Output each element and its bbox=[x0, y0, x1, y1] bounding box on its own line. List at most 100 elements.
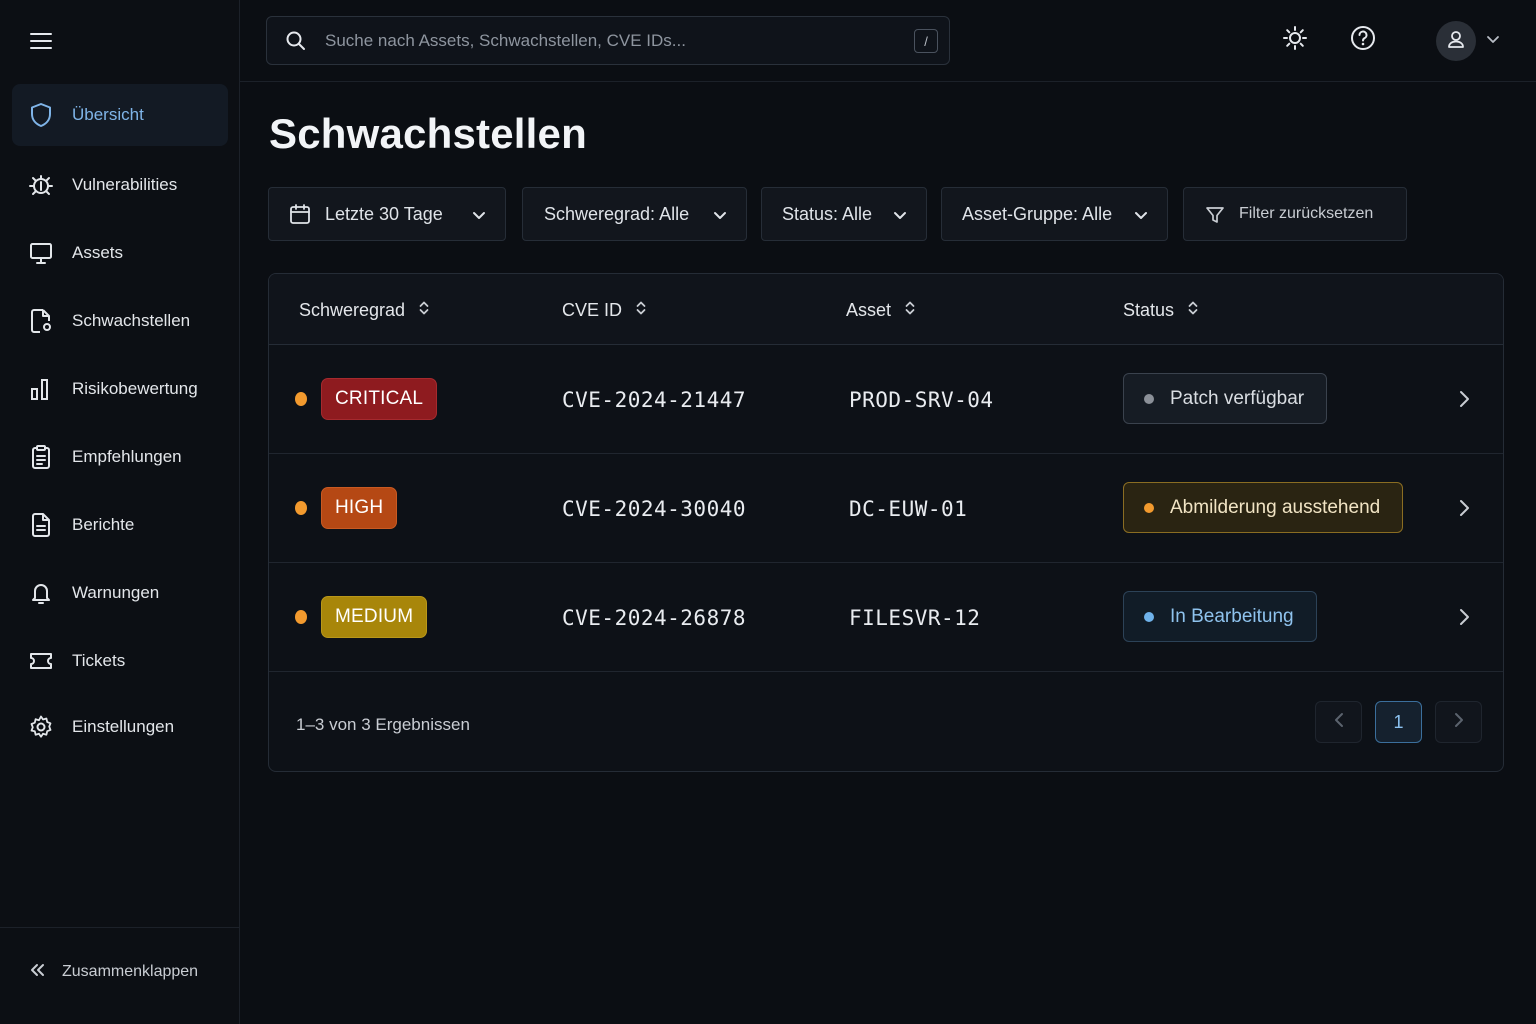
page-number-button[interactable]: 1 bbox=[1375, 701, 1422, 743]
search-icon bbox=[285, 30, 307, 57]
help-button[interactable] bbox=[1347, 24, 1379, 56]
bug-icon bbox=[28, 172, 54, 198]
chevron-right-icon bbox=[1453, 711, 1465, 734]
sidebar-item-vulnerabilities[interactable]: Vulnerabilities bbox=[12, 154, 228, 216]
bell-icon bbox=[28, 580, 54, 606]
file-gear-icon bbox=[28, 308, 54, 334]
chevron-down-icon bbox=[471, 207, 487, 228]
clipboard-icon bbox=[28, 444, 54, 470]
help-circle-icon bbox=[1350, 25, 1376, 56]
sidebar-item-warnungen[interactable]: Warnungen bbox=[12, 562, 228, 624]
asset-group-filter[interactable]: Asset-Gruppe: Alle bbox=[941, 187, 1168, 241]
chevron-right-icon[interactable] bbox=[1457, 388, 1471, 415]
status-badge[interactable]: In Bearbeitung bbox=[1123, 591, 1317, 642]
filter-icon bbox=[1205, 205, 1225, 230]
sidebar-item-label: Empfehlungen bbox=[72, 447, 182, 466]
sidebar-item-assets[interactable]: Assets bbox=[12, 222, 228, 284]
search-box: / bbox=[266, 16, 950, 65]
status-label: Patch verfügbar bbox=[1170, 387, 1305, 409]
sidebar-item-schwachstellen[interactable]: Schwachstellen bbox=[12, 290, 228, 352]
cve-id: CVE-2024-30040 bbox=[562, 497, 747, 521]
column-header-severity[interactable]: Schweregrad bbox=[299, 300, 429, 321]
cve-id: CVE-2024-26878 bbox=[562, 606, 747, 630]
severity-filter[interactable]: Schweregrad: Alle bbox=[522, 187, 747, 241]
monitor-icon bbox=[28, 240, 54, 266]
table-row[interactable]: MEDIUM CVE-2024-26878 FILESVR-12 In Bear… bbox=[269, 563, 1503, 672]
column-header-status[interactable]: Status bbox=[1123, 300, 1198, 321]
chevron-right-icon[interactable] bbox=[1457, 606, 1471, 633]
search-input[interactable] bbox=[325, 27, 885, 55]
column-header-label: Status bbox=[1123, 300, 1175, 320]
sidebar-item-uebersicht[interactable]: Übersicht bbox=[12, 84, 228, 146]
sidebar-divider bbox=[0, 927, 239, 928]
menu-icon[interactable] bbox=[28, 28, 54, 54]
table-row[interactable]: HIGH CVE-2024-30040 DC-EUW-01 Abmilderun… bbox=[269, 454, 1503, 563]
table-header: Schweregrad CVE ID Asset Status bbox=[269, 274, 1503, 345]
sidebar-item-tickets[interactable]: Tickets bbox=[12, 630, 228, 692]
date-range-filter[interactable]: Letzte 30 Tage bbox=[268, 187, 506, 241]
sort-icon bbox=[1188, 300, 1198, 321]
page-title: Schwachstellen bbox=[269, 110, 587, 157]
status-label: Abmilderung ausstehend bbox=[1170, 496, 1381, 518]
sidebar-item-label: Assets bbox=[72, 243, 124, 262]
ticket-icon bbox=[28, 648, 54, 674]
status-filter[interactable]: Status: Alle bbox=[761, 187, 927, 241]
sidebar-item-berichte[interactable]: Berichte bbox=[12, 494, 228, 556]
sort-icon bbox=[419, 300, 429, 321]
sidebar-item-label: Tickets bbox=[72, 651, 126, 670]
status-badge[interactable]: Abmilderung ausstehend bbox=[1123, 482, 1404, 533]
next-page-button[interactable] bbox=[1435, 701, 1482, 743]
search-shortcut-hint: / bbox=[914, 29, 938, 53]
sidebar-item-label: Berichte bbox=[72, 515, 135, 534]
previous-page-button[interactable] bbox=[1315, 701, 1362, 743]
double-chevron-left-icon bbox=[28, 962, 46, 983]
asset-name: DC-EUW-01 bbox=[849, 497, 968, 521]
status-dot bbox=[1144, 394, 1154, 404]
avatar[interactable] bbox=[1436, 21, 1476, 61]
bar-chart-icon bbox=[28, 376, 54, 402]
theme-toggle-button[interactable] bbox=[1279, 24, 1311, 56]
chevron-left-icon bbox=[1333, 711, 1345, 734]
sidebar-item-empfehlungen[interactable]: Empfehlungen bbox=[12, 426, 228, 488]
column-header-cve[interactable]: CVE ID bbox=[562, 300, 646, 321]
results-summary: 1–3 von 3 Ergebnissen bbox=[296, 715, 470, 734]
sidebar-item-label: Schwachstellen bbox=[72, 311, 191, 330]
severity-badge: MEDIUM bbox=[321, 596, 428, 638]
asset-name: PROD-SRV-04 bbox=[849, 388, 994, 412]
status-label: In Bearbeitung bbox=[1170, 605, 1294, 627]
column-header-label: Schweregrad bbox=[299, 300, 406, 320]
calendar-icon bbox=[289, 203, 311, 230]
severity-filter-label: Schweregrad: Alle bbox=[544, 203, 690, 224]
chevron-down-icon bbox=[712, 207, 728, 228]
sidebar-item-label: Übersicht bbox=[72, 105, 144, 124]
sidebar-item-label: Einstellungen bbox=[72, 717, 175, 736]
document-icon bbox=[28, 512, 54, 538]
severity-indicator-dot bbox=[295, 610, 307, 624]
sidebar-item-einstellungen[interactable]: Einstellungen bbox=[12, 696, 228, 758]
chevron-down-icon bbox=[1133, 207, 1149, 228]
collapse-button[interactable]: Zusammenklappen bbox=[28, 952, 198, 992]
sidebar: Übersicht Vulnerabilities Assets Schwach… bbox=[0, 0, 240, 1024]
chevron-right-icon[interactable] bbox=[1457, 497, 1471, 524]
sort-icon bbox=[636, 300, 646, 321]
date-range-label: Letzte 30 Tage bbox=[325, 203, 443, 224]
asset-name: FILESVR-12 bbox=[849, 606, 981, 630]
chevron-down-icon[interactable] bbox=[1486, 32, 1500, 51]
status-filter-label: Status: Alle bbox=[782, 203, 873, 224]
reset-filters-button[interactable]: Filter zurücksetzen bbox=[1183, 187, 1407, 241]
status-dot bbox=[1144, 503, 1154, 513]
table-row[interactable]: CRITICAL CVE-2024-21447 PROD-SRV-04 Patc… bbox=[269, 345, 1503, 454]
vulnerabilities-table: Schweregrad CVE ID Asset Status CRITICAL… bbox=[268, 273, 1504, 772]
sidebar-item-label: Warnungen bbox=[72, 583, 160, 602]
sidebar-item-risikobewertung[interactable]: Risikobewertung bbox=[12, 358, 228, 420]
shield-icon bbox=[28, 102, 54, 128]
asset-group-filter-label: Asset-Gruppe: Alle bbox=[962, 203, 1113, 224]
gear-icon bbox=[28, 714, 54, 740]
status-badge[interactable]: Patch verfügbar bbox=[1123, 373, 1328, 424]
user-icon bbox=[1446, 29, 1466, 54]
column-header-label: CVE ID bbox=[562, 300, 623, 320]
sidebar-item-label: Risikobewertung bbox=[72, 379, 198, 398]
cve-id: CVE-2024-21447 bbox=[562, 388, 747, 412]
column-header-asset[interactable]: Asset bbox=[846, 300, 915, 321]
column-header-label: Asset bbox=[846, 300, 892, 320]
